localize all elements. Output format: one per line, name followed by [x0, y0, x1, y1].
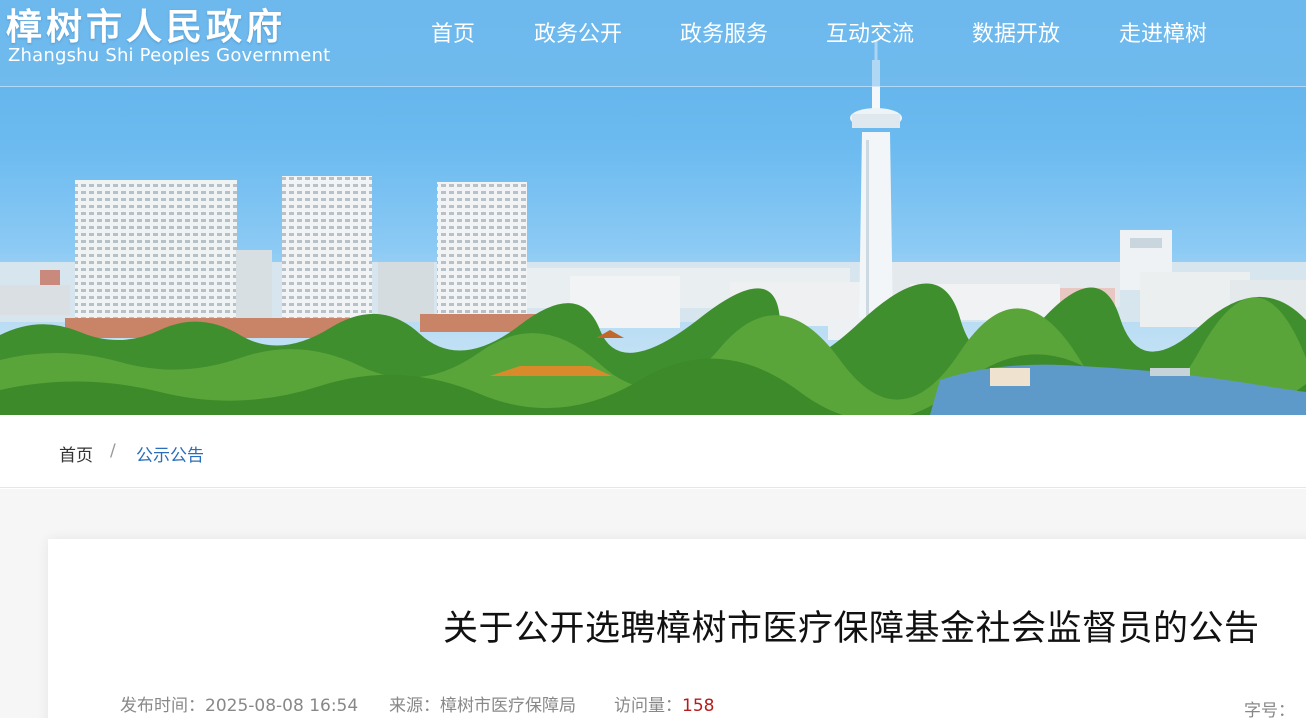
views-value: 158	[682, 696, 715, 716]
article-title: 关于公开选聘樟树市医疗保障基金社会监督员的公告	[443, 609, 1260, 649]
nav-item-government-services[interactable]: 政务服务	[680, 16, 768, 48]
breadcrumb-home-link[interactable]: 首页	[59, 441, 93, 466]
breadcrumb-separator: /	[110, 441, 116, 461]
nav-item-about-zhangshu[interactable]: 走进樟树	[1119, 16, 1207, 48]
article-source: 来源：樟树市医疗保障局	[389, 691, 576, 716]
nav-item-open-data[interactable]: 数据开放	[972, 16, 1060, 48]
main-nav: 首页 政务公开 政务服务 互动交流 数据开放 走进樟树	[0, 16, 1306, 48]
publish-time: 发布时间：2025-08-08 16:54	[120, 691, 358, 716]
publish-time-value: 2025-08-08 16:54	[205, 696, 359, 716]
nav-item-government-affairs[interactable]: 政务公开	[534, 16, 622, 48]
site-logo-subtitle[interactable]: Zhangshu Shi Peoples Government	[8, 45, 330, 66]
view-count: 访问量：158	[614, 691, 714, 716]
page: 樟树市人民政府 Zhangshu Shi Peoples Government …	[0, 0, 1306, 718]
header-bar: 樟树市人民政府 Zhangshu Shi Peoples Government …	[0, 0, 1306, 87]
nav-item-interaction[interactable]: 互动交流	[826, 16, 914, 48]
views-label: 访问量：	[614, 696, 682, 716]
source-label: 来源：	[389, 696, 440, 716]
tower-left-group	[75, 176, 527, 330]
breadcrumb-current-link[interactable]: 公示公告	[136, 441, 204, 466]
source-value: 樟树市医疗保障局	[440, 696, 576, 716]
nav-item-home[interactable]: 首页	[431, 16, 475, 48]
font-size-control-label: 字号：	[1244, 701, 1295, 718]
publish-time-label: 发布时间：	[120, 696, 205, 716]
breadcrumb: 首页 / 公示公告	[0, 415, 1306, 488]
